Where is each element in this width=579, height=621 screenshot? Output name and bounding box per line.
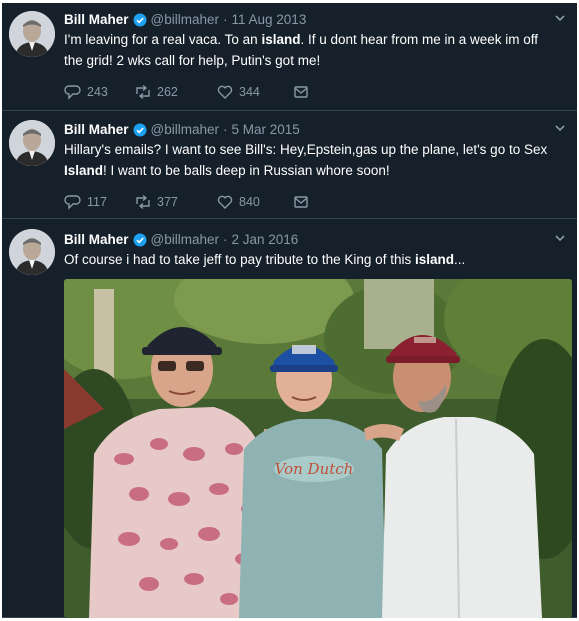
retweet-button[interactable]: 377: [134, 193, 216, 211]
tweet-date[interactable]: 5 Mar 2015: [232, 121, 300, 139]
tweet-text-part: Hillary's emails? I want to see Bill's: …: [64, 142, 548, 157]
like-count: 344: [239, 85, 260, 99]
tweet-header: Bill Maher @billmaher · 11 Aug 2013: [64, 11, 567, 29]
author-handle[interactable]: @billmaher: [151, 11, 219, 29]
direct-message-button[interactable]: [292, 83, 315, 101]
tweet-text-highlight: Island: [64, 163, 104, 178]
tweet-actions: 243 262 344: [64, 83, 315, 101]
separator-dot: ·: [223, 122, 228, 137]
retweet-count: 377: [157, 195, 178, 209]
chevron-down-icon[interactable]: [553, 231, 567, 245]
like-button[interactable]: 344: [216, 83, 292, 101]
tweet-text: Hillary's emails? I want to see Bill's: …: [64, 139, 555, 181]
reply-icon: [64, 85, 81, 100]
retweet-button[interactable]: 262: [134, 83, 216, 101]
verified-badge-icon: [133, 233, 147, 247]
reply-icon: [64, 195, 81, 210]
tweet-text-part: I'm leaving for a real vaca. To an: [64, 32, 262, 47]
tweet-text-highlight: island: [414, 252, 454, 267]
reply-button[interactable]: 117: [64, 193, 134, 211]
like-icon: [217, 195, 233, 209]
author-name[interactable]: Bill Maher: [64, 11, 129, 29]
separator-dot: ·: [223, 232, 228, 247]
reply-button[interactable]: 243: [64, 83, 134, 101]
author-handle[interactable]: @billmaher: [151, 121, 219, 139]
tweet-date[interactable]: 11 Aug 2013: [232, 11, 307, 29]
tweet-text: Of course i had to take jeff to pay trib…: [64, 249, 555, 270]
tweet-1[interactable]: Bill Maher @billmaher · 11 Aug 2013 I'm …: [2, 3, 577, 111]
tweet-text-part: ...: [453, 252, 466, 267]
retweet-icon: [136, 84, 150, 100]
tweet-text-part: ! I want to be balls deep in Russian who…: [103, 163, 390, 178]
separator-dot: ·: [223, 12, 228, 27]
verified-badge-icon: [133, 13, 147, 27]
tweet-header: Bill Maher @billmaher · 2 Jan 2016: [64, 231, 567, 249]
tweet-timeline: Bill Maher @billmaher · 11 Aug 2013 I'm …: [2, 3, 577, 618]
tweet-text-highlight: island: [261, 32, 301, 47]
like-count: 840: [239, 195, 260, 209]
avatar[interactable]: [9, 11, 55, 57]
author-handle[interactable]: @billmaher: [151, 231, 219, 249]
author-name[interactable]: Bill Maher: [64, 121, 129, 139]
retweet-icon: [136, 194, 150, 210]
tweet-2[interactable]: Bill Maher @billmaher · 5 Mar 2015 Hilla…: [2, 111, 577, 219]
reply-count: 243: [87, 85, 108, 99]
reply-count: 117: [87, 195, 107, 209]
tweet-date[interactable]: 2 Jan 2016: [232, 231, 299, 249]
avatar[interactable]: [9, 120, 55, 166]
tweet-header: Bill Maher @billmaher · 5 Mar 2015: [64, 121, 567, 139]
verified-badge-icon: [133, 123, 147, 137]
tweet-text-part: Of course i had to take jeff to pay trib…: [64, 252, 415, 267]
chevron-down-icon[interactable]: [553, 121, 567, 135]
direct-message-icon: [294, 196, 308, 208]
like-icon: [217, 85, 233, 99]
retweet-count: 262: [157, 85, 178, 99]
direct-message-button[interactable]: [292, 193, 315, 211]
chevron-down-icon[interactable]: [553, 11, 567, 25]
direct-message-icon: [294, 86, 308, 98]
shirt-text: Von Dutch: [275, 460, 354, 478]
like-button[interactable]: 840: [216, 193, 292, 211]
tweet-text: I'm leaving for a real vaca. To an islan…: [64, 29, 555, 71]
avatar[interactable]: [9, 229, 55, 275]
tweet-actions: 117 377 840: [64, 193, 315, 211]
tweet-photo[interactable]: Von Dutch: [64, 279, 572, 618]
author-name[interactable]: Bill Maher: [64, 231, 129, 249]
